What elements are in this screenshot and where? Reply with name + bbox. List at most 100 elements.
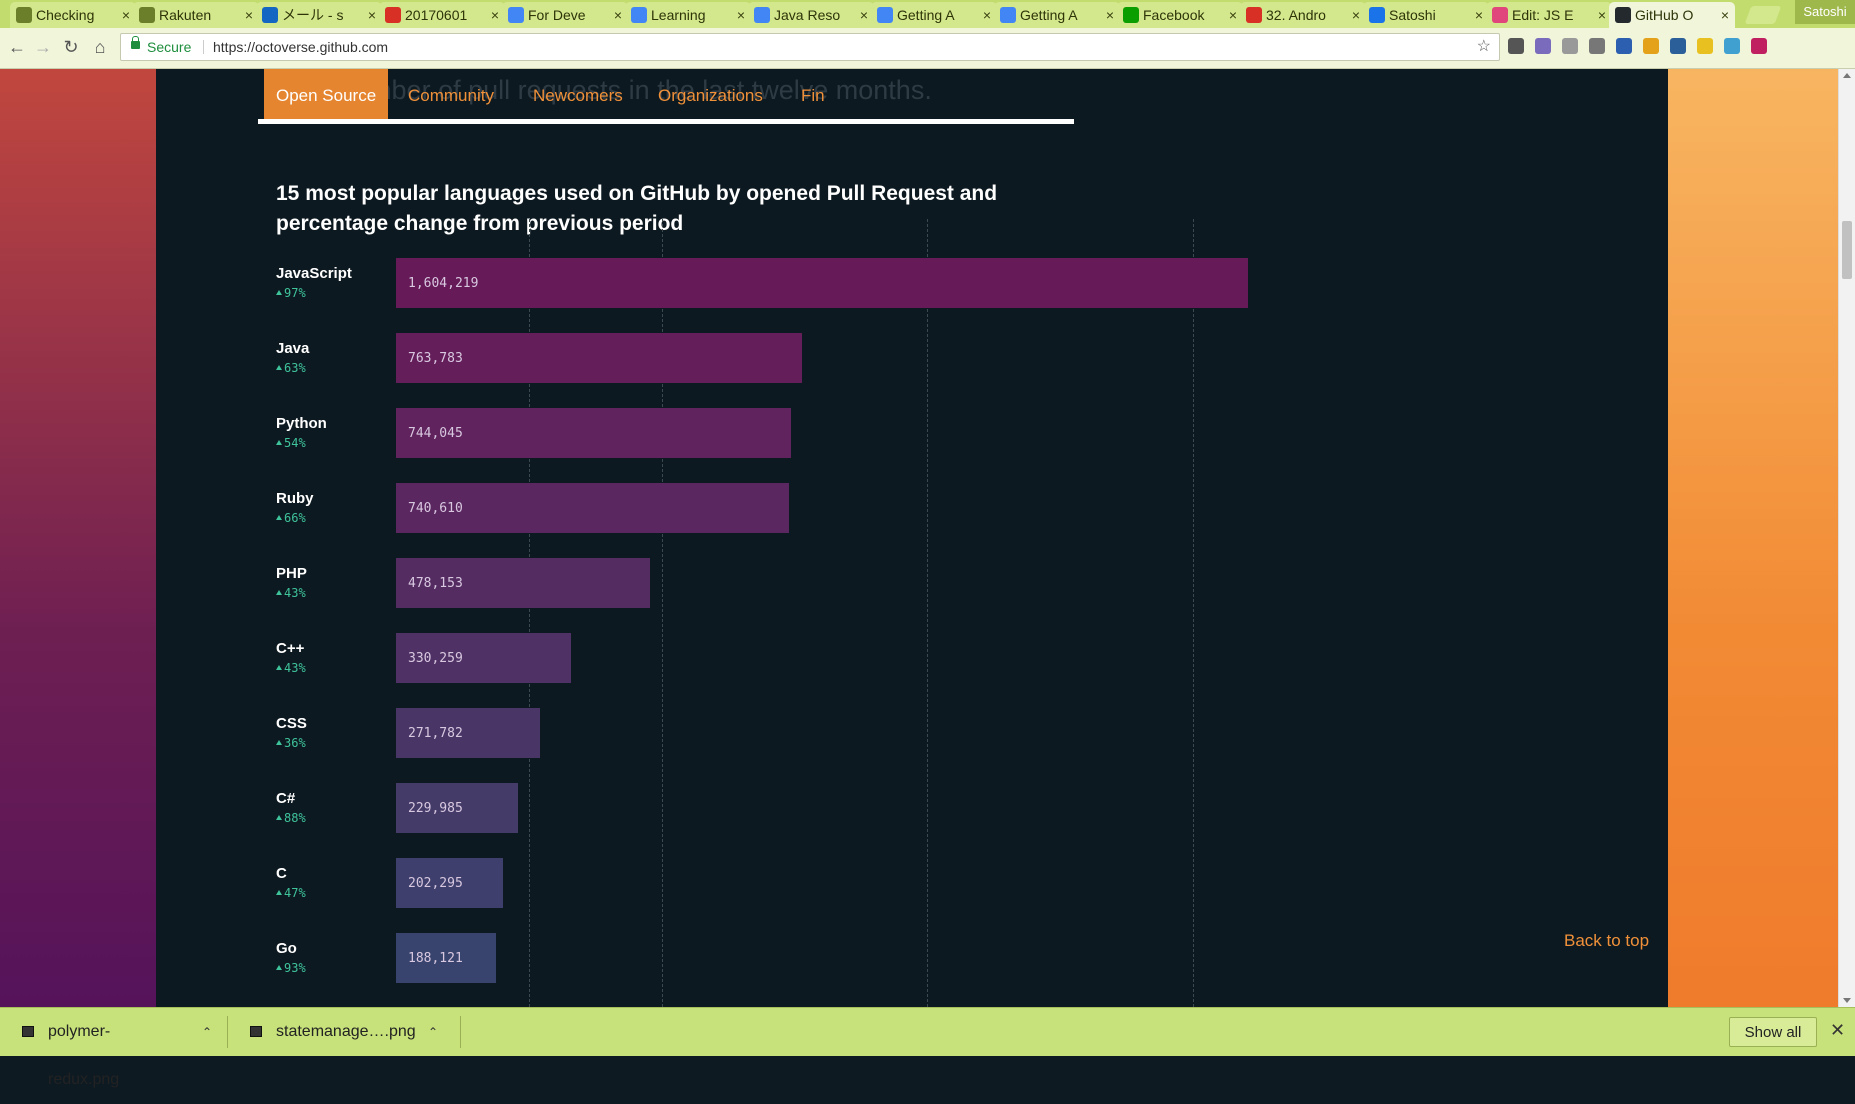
chat-icon (139, 7, 155, 23)
up-triangle-icon (276, 365, 282, 370)
forward-arrow-icon[interactable]: → (32, 36, 54, 58)
back-arrow-icon[interactable]: ← (6, 36, 28, 58)
show-all-downloads-button[interactable]: Show all (1729, 1017, 1817, 1047)
home-icon[interactable]: ⌂ (89, 36, 111, 58)
nav-newcomers[interactable]: Newcomers (533, 69, 623, 119)
chart-bar[interactable]: 229,985 (396, 783, 518, 833)
close-tab-icon[interactable]: × (737, 2, 745, 28)
extension-icon[interactable] (1535, 38, 1551, 54)
extension-icon[interactable] (1697, 38, 1713, 54)
chart-bar[interactable]: 271,782 (396, 708, 540, 758)
language-label: Python (276, 415, 327, 432)
nav-open-source[interactable]: Open Source (264, 69, 389, 119)
chart-bar[interactable]: 478,153 (396, 558, 650, 608)
extension-icon[interactable] (1589, 38, 1605, 54)
chart-bar[interactable]: 763,783 (396, 333, 802, 383)
close-tab-icon[interactable]: × (368, 2, 376, 28)
browser-tab[interactable]: GitHub O × (1609, 2, 1735, 28)
bookmark-star-icon[interactable]: ☆ (1477, 34, 1491, 60)
close-tab-icon[interactable]: × (860, 2, 868, 28)
browser-tab[interactable]: 32. Andro × (1240, 2, 1366, 28)
tab-title: GitHub O (1635, 7, 1694, 23)
browser-tab[interactable]: メール - s × (256, 2, 382, 28)
bar-value-label: 740,610 (408, 501, 463, 516)
browser-tab[interactable]: 20170601 × (379, 2, 505, 28)
scroll-up-arrow-icon[interactable] (1843, 73, 1851, 78)
extension-icon[interactable] (1562, 38, 1578, 54)
close-tab-icon[interactable]: × (122, 2, 130, 28)
close-tab-icon[interactable]: × (983, 2, 991, 28)
browser-tab[interactable]: Learning × (625, 2, 751, 28)
browser-tab[interactable]: For Deve × (502, 2, 628, 28)
percent-change-value: 43% (284, 661, 306, 675)
close-tab-icon[interactable]: × (614, 2, 622, 28)
close-tab-icon[interactable]: × (245, 2, 253, 28)
extension-icon[interactable] (1643, 38, 1659, 54)
tab-title: Rakuten (159, 7, 212, 23)
close-tab-icon[interactable]: × (1598, 2, 1606, 28)
back-to-top-link[interactable]: Back to top (1564, 931, 1649, 951)
close-icon[interactable]: ✕ (1830, 1020, 1845, 1041)
percent-change-value: 47% (284, 886, 306, 900)
chevron-up-icon[interactable]: ⌃ (202, 1008, 212, 1056)
chevron-up-icon[interactable]: ⌃ (428, 1008, 438, 1056)
tab-title: Satoshi (1389, 7, 1436, 23)
download-divider (227, 1016, 228, 1048)
bar-value-label: 1,604,219 (408, 276, 479, 291)
download-filename: statemanage….png (276, 1023, 416, 1040)
profile-button[interactable]: Satoshi (1795, 0, 1855, 24)
close-tab-icon[interactable]: × (1352, 2, 1360, 28)
browser-tab[interactable]: Edit: JS E × (1486, 2, 1612, 28)
up-triangle-icon (276, 890, 282, 895)
up-triangle-icon (276, 740, 282, 745)
chart-bar[interactable]: 188,121 (396, 933, 496, 983)
nav-organizations[interactable]: Organizations (658, 69, 763, 119)
close-tab-icon[interactable]: × (1229, 2, 1237, 28)
language-label: PHP (276, 565, 307, 582)
bar-value-label: 188,121 (408, 951, 463, 966)
download-filename: polymer-redux.png (48, 1023, 120, 1088)
browser-tab[interactable]: Checking × (10, 2, 136, 28)
scroll-down-arrow-icon[interactable] (1843, 998, 1851, 1003)
browser-tab[interactable]: Rakuten × (133, 2, 259, 28)
reload-icon[interactable]: ↻ (60, 36, 82, 58)
browser-toolbar: ← → ↻ ⌂ Secure https://octoverse.github.… (0, 28, 1855, 69)
chart-bar[interactable]: 330,259 (396, 633, 571, 683)
nav-community[interactable]: Community (408, 69, 494, 119)
close-tab-icon[interactable]: × (1106, 2, 1114, 28)
scrollbar-thumb[interactable] (1842, 221, 1852, 279)
chart-bar[interactable]: 1,604,219 (396, 258, 1248, 308)
url-text[interactable]: https://octoverse.github.com (213, 34, 388, 60)
close-tab-icon[interactable]: × (1475, 2, 1483, 28)
percent-change: 54% (276, 435, 306, 451)
extension-icon[interactable] (1670, 38, 1686, 54)
browser-tab[interactable]: Getting A × (994, 2, 1120, 28)
up-triangle-icon (276, 440, 282, 445)
page-scrollbar[interactable] (1838, 69, 1855, 1007)
outlook-icon (262, 7, 278, 23)
chart-bar[interactable]: 740,610 (396, 483, 789, 533)
new-tab-button[interactable] (1744, 6, 1782, 24)
chart-bar[interactable]: 202,295 (396, 858, 503, 908)
percent-change-value: 54% (284, 436, 306, 450)
browser-tab[interactable]: Satoshi × (1363, 2, 1489, 28)
address-bar[interactable]: Secure https://octoverse.github.com ☆ (120, 33, 1500, 61)
google-icon (754, 7, 770, 23)
close-tab-icon[interactable]: × (491, 2, 499, 28)
nav-fin[interactable]: Fin (801, 69, 825, 119)
tab-title: Java Reso (774, 7, 841, 23)
editor-icon (1492, 7, 1508, 23)
chart-bar[interactable]: 744,045 (396, 408, 791, 458)
extension-icon[interactable] (1751, 38, 1767, 54)
language-label: C# (276, 790, 296, 807)
browser-tab[interactable]: Getting A × (871, 2, 997, 28)
extension-icon[interactable] (1616, 38, 1632, 54)
browser-tab[interactable]: Facebook × (1117, 2, 1243, 28)
image-file-icon (22, 1026, 34, 1037)
browser-tab[interactable]: Java Reso × (748, 2, 874, 28)
bar-value-label: 202,295 (408, 876, 463, 891)
extension-icon[interactable] (1724, 38, 1740, 54)
tab-strip: Satoshi Checking × Rakuten × メール - s × 2017060… (0, 0, 1855, 28)
extension-icon[interactable] (1508, 38, 1524, 54)
close-tab-icon[interactable]: × (1721, 2, 1729, 28)
